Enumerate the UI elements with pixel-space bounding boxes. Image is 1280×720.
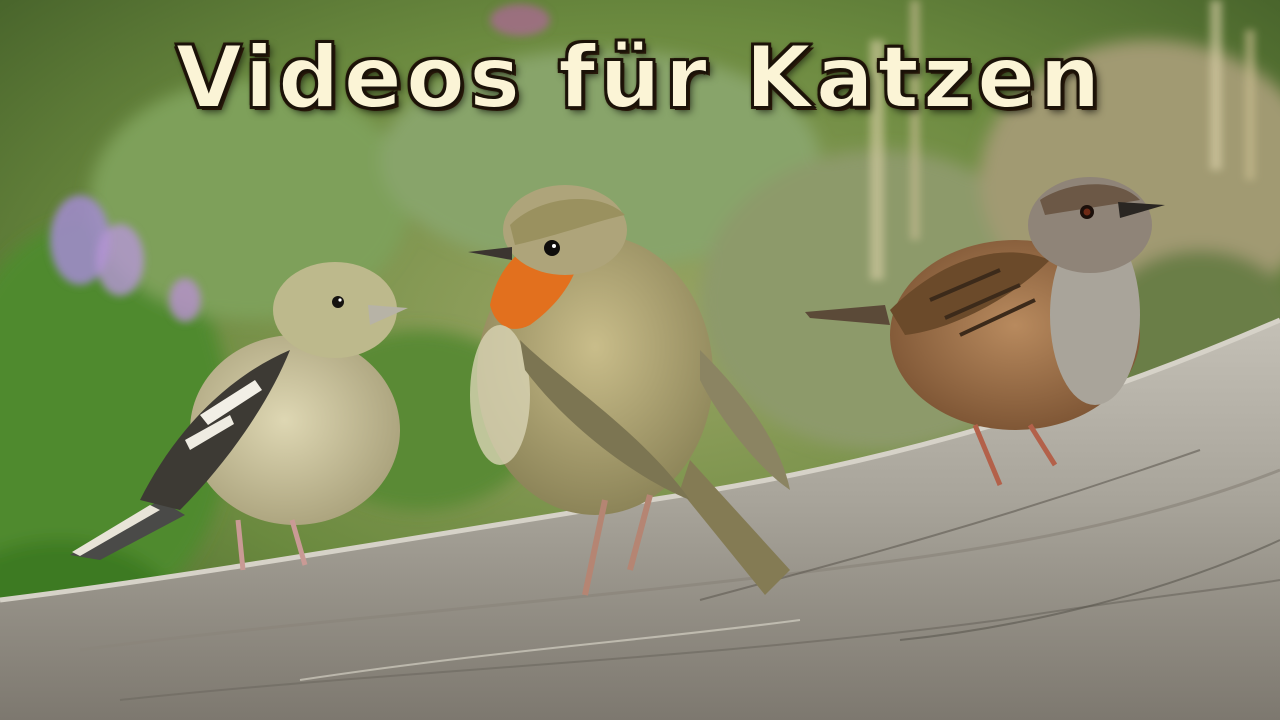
thumbnail-title: Videos für Katzen	[174, 27, 1105, 129]
